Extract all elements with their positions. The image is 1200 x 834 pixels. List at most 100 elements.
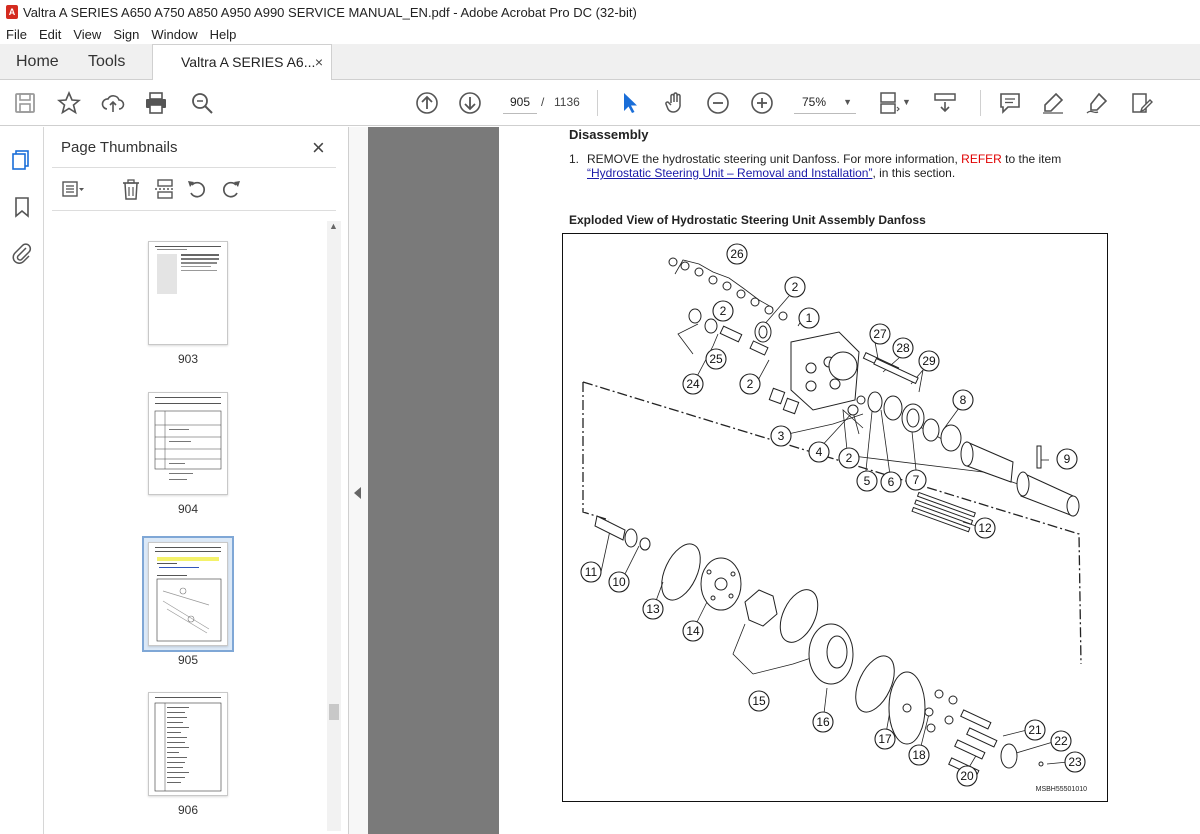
print-icon[interactable] (143, 90, 169, 116)
panel-title: Page Thumbnails (61, 139, 178, 156)
thumbnail-scrollbar[interactable]: ▲ (327, 221, 341, 831)
rotate-left-icon[interactable] (186, 178, 210, 202)
callout-label: 2 (846, 451, 853, 465)
upload-cloud-icon[interactable] (100, 90, 126, 116)
callout-16: 16 (812, 711, 834, 733)
scrollbar-thumb[interactable] (329, 704, 339, 720)
window-title: Valtra A SERIES A650 A750 A850 A950 A990… (23, 4, 637, 20)
left-rail (0, 127, 44, 834)
exploded-view-figure: 26 2 1 2 27 28 29 25 24 2 8 3 4 2 9 5 6 7 12 11 10 13 14 15 16 17… (562, 233, 1108, 802)
acrobat-app-icon: A (6, 5, 18, 19)
callout-label: 7 (913, 473, 920, 487)
menu-sign[interactable]: Sign (107, 27, 145, 42)
callout-20: 20 (956, 765, 978, 787)
callout-7: 7 (905, 469, 927, 491)
callout-17: 17 (874, 728, 896, 750)
edit-pdf-icon[interactable] (1128, 90, 1154, 116)
menu-view[interactable]: View (67, 27, 107, 42)
hand-tool-icon[interactable] (662, 90, 688, 116)
highlight-pen-icon[interactable] (1040, 90, 1066, 116)
save-icon[interactable] (12, 90, 38, 116)
callout-label: 11 (585, 565, 598, 579)
document-viewport[interactable]: Disassembly 1. REMOVE the hydrostatic st… (368, 127, 1200, 834)
rotate-right-icon[interactable] (220, 178, 244, 202)
zoom-in-icon[interactable] (749, 90, 775, 116)
step-number: 1. (569, 152, 580, 166)
zoom-out-icon[interactable] (705, 90, 731, 116)
delete-icon[interactable] (120, 178, 144, 202)
previous-page-icon[interactable] (414, 90, 440, 116)
thumbnail-label: 904 (177, 502, 199, 516)
chevron-up-icon[interactable]: ▲ (329, 221, 338, 231)
callout-label: 13 (646, 602, 660, 616)
thumbnail-page-905[interactable] (148, 542, 228, 646)
callout-label: 14 (686, 624, 700, 638)
callout-27: 27 (869, 323, 891, 345)
total-pages: 1136 (554, 95, 580, 109)
thumbnail-toolbar (52, 167, 336, 211)
callout-label: 6 (888, 475, 895, 489)
callout-4: 4 (808, 441, 830, 463)
panel-collapse-handle[interactable] (349, 127, 368, 834)
cross-reference-link[interactable]: “Hydrostatic Steering Unit – Removal and… (587, 166, 872, 180)
split-page-icon[interactable] (154, 178, 178, 202)
callout-label: 15 (752, 694, 766, 708)
sign-pen-icon[interactable] (1084, 90, 1110, 116)
callout-13: 13 (642, 598, 664, 620)
menu-window[interactable]: Window (145, 27, 203, 42)
comment-icon[interactable] (997, 90, 1023, 116)
callout-label: 4 (816, 445, 823, 459)
zoom-search-icon[interactable] (189, 90, 215, 116)
callout-25: 25 (705, 348, 727, 370)
callout-label: 16 (816, 715, 830, 729)
pages-icon[interactable] (11, 149, 33, 171)
callout-24: 24 (682, 373, 704, 395)
tab-tools[interactable]: Tools (88, 53, 125, 71)
callout-28: 28 (892, 337, 914, 359)
menu-help[interactable]: Help (204, 27, 243, 42)
tab-bar: Home Tools Valtra A SERIES A6... × (0, 44, 1200, 81)
thumbnail-page-904[interactable] (148, 392, 228, 495)
callout-15: 15 (748, 690, 770, 712)
page-number-input[interactable]: 905 (503, 90, 537, 114)
menu-edit[interactable]: Edit (33, 27, 67, 42)
callout-22: 22 (1050, 730, 1072, 752)
title-bar: A Valtra A SERIES A650 A750 A850 A950 A9… (0, 0, 1200, 24)
zoom-value: 75% (802, 95, 827, 109)
page-separator: / (541, 95, 545, 109)
next-page-icon[interactable] (457, 90, 483, 116)
callout-label: 10 (612, 575, 626, 589)
page-fit-icon[interactable] (876, 90, 902, 116)
refer-keyword: REFER (961, 152, 1002, 166)
scroll-mode-icon[interactable] (932, 90, 958, 116)
zoom-select[interactable]: 75% ▼ (794, 90, 856, 114)
thumbnail-label: 906 (177, 803, 199, 817)
callout-label: 5 (864, 474, 871, 488)
callout-label: 2 (720, 304, 727, 318)
attachment-icon[interactable] (11, 242, 33, 264)
menu-file[interactable]: File (0, 27, 33, 42)
tab-home[interactable]: Home (16, 53, 59, 71)
thumbnail-page-903[interactable] (148, 241, 228, 345)
bookmark-star-icon[interactable] (56, 90, 82, 116)
select-cursor-icon[interactable] (617, 90, 643, 116)
tab-close-icon[interactable]: × (315, 54, 323, 70)
callout-29: 29 (918, 350, 940, 372)
callout-3: 3 (770, 425, 792, 447)
bookmark-icon[interactable] (11, 196, 33, 218)
callout-12: 12 (974, 517, 996, 539)
callout-label: 9 (1064, 452, 1071, 466)
callout-5: 5 (856, 470, 878, 492)
callout-label: 25 (709, 352, 723, 366)
callout-23: 23 (1064, 751, 1086, 773)
section-heading: Disassembly (569, 127, 649, 142)
figure-title: Exploded View of Hydrostatic Steering Un… (569, 213, 926, 227)
callout-1: 1 (798, 307, 820, 329)
tab-document[interactable]: Valtra A SERIES A6... × (152, 44, 332, 81)
thumbnail-options-icon[interactable] (62, 178, 86, 202)
callout-26: 26 (726, 243, 748, 265)
thumbnail-page-906[interactable] (148, 692, 228, 796)
callout-2: 2 (739, 373, 761, 395)
chevron-down-icon[interactable]: ▼ (902, 97, 911, 107)
close-icon[interactable]: × (312, 135, 325, 161)
